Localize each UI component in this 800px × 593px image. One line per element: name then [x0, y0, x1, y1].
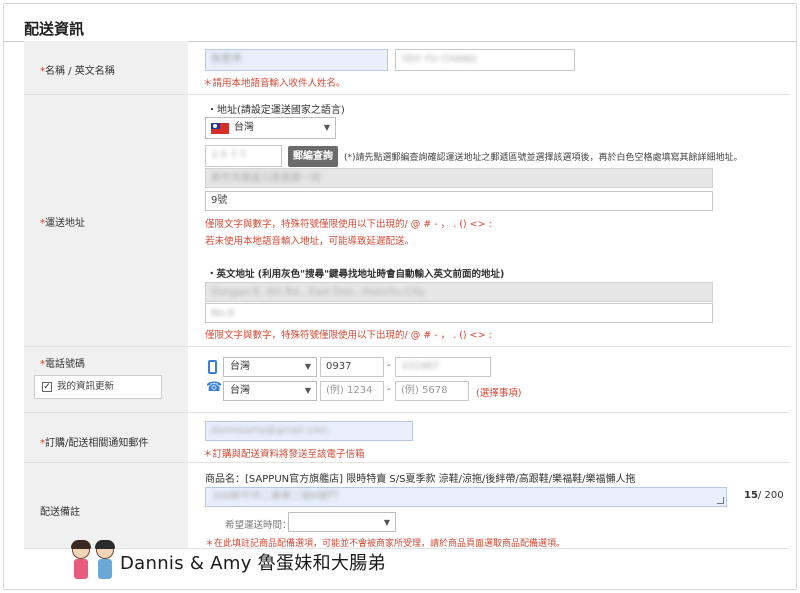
resize-handle-icon[interactable]	[717, 497, 724, 504]
remark-label-cell: 配送備註	[24, 463, 188, 548]
country-select[interactable]: 台灣 ▼	[205, 117, 336, 139]
zip-search-button[interactable]: 郵編查詢	[288, 146, 338, 167]
chevron-down-icon: ▼	[304, 386, 311, 395]
remark-textarea[interactable]: 300新竹市二東東二號8號門	[205, 487, 727, 507]
email-label-cell: *訂購/配送相關通知郵件	[24, 413, 188, 462]
boy-mascot-icon	[94, 540, 116, 581]
tel-area-input[interactable]: (例) 1234	[320, 381, 384, 401]
address-detail-input[interactable]: 9號	[205, 191, 713, 211]
update-info-checkbox[interactable]: ✓ 我的資訊更新	[34, 375, 162, 399]
email-input[interactable]: dannisamy@gmail.com	[205, 421, 413, 441]
english-address-heading: ・英文地址 (利用灰色"搜尋"鍵尋找地址時會自動輸入英文前面的地址)	[207, 269, 505, 280]
name-label-cell: *名稱 / 英文名稱	[24, 41, 188, 94]
phone-row: *電話號碼 ✓ 我的資訊更新 台灣 ▼ 0937 - 331987 ☎ 台灣 ▼…	[24, 347, 790, 413]
product-label: 商品名：	[205, 474, 245, 485]
english-auto-address-field: Dongan E. 4th Rd., East Dist., Hsinchu C…	[205, 282, 713, 302]
mobile-prefix-input[interactable]: 0937	[320, 357, 384, 377]
delivery-time-select[interactable]: ▼	[288, 512, 396, 532]
tel-country-select[interactable]: 台灣 ▼	[223, 381, 317, 401]
chevron-down-icon: ▼	[304, 362, 311, 371]
checkmark-icon: ✓	[42, 382, 52, 392]
zip-hint: (*)請先點選郵編查詢確認運送地址之郵遞區號並選擇該選項後，再於白色空格處填寫其…	[344, 153, 743, 163]
brand-watermark: Dannis & Amy 魯蛋妹和大腸弟	[120, 553, 386, 574]
remark-label: 配送備註	[40, 507, 80, 518]
phone-dash: -	[387, 360, 391, 371]
girl-mascot-icon	[70, 540, 92, 581]
tel-dash: -	[387, 384, 391, 395]
product-name: [SAPPUN官方旗艦店] 限時特賣 S/S夏季款 涼鞋/涼拖/後絆帶/高跟鞋/…	[245, 474, 636, 485]
address-row: *運送地址 ・地址(請設定運送國家之語言) 台灣 ▼ 3 0 7 7 郵編查詢 …	[24, 95, 790, 347]
mobile-country-select[interactable]: 台灣 ▼	[223, 357, 317, 377]
name-label: 名稱 / 英文名稱	[45, 66, 115, 77]
auto-address-field: 新竹市東區三民路第一段	[205, 168, 713, 188]
name-input[interactable]: 陳曹博	[205, 49, 388, 71]
email-row: *訂購/配送相關通知郵件 dannisamy@gmail.com ＊訂購與配送資…	[24, 413, 790, 463]
address-local-note: 若未使用本地語音輸入地址，可能導致延遲配送。	[205, 236, 415, 247]
name-row: *名稱 / 英文名稱 陳曹博 YEH YU CHANG ＊請用本地語音輸入收件人…	[24, 41, 790, 95]
tel-number-input[interactable]: (例) 5678	[395, 381, 469, 401]
char-counter: 15/ 200	[744, 490, 784, 501]
shipping-info-panel: 配送資訊 *名稱 / 英文名稱 陳曹博 YEH YU CHANG ＊請用本地語音…	[3, 3, 797, 590]
english-name-input[interactable]: YEH YU CHANG	[395, 49, 575, 71]
address-label: 運送地址	[45, 218, 85, 229]
english-chars-note: 僅限文字與數字，特殊符號僅限使用以下出現的/ @ # - ， . () <> :	[205, 330, 492, 341]
zip-input[interactable]: 3 0 7 7	[205, 145, 282, 167]
telephone-icon: ☎	[206, 380, 223, 395]
phone-label: 電話號碼	[45, 359, 85, 370]
chevron-down-icon: ▼	[383, 518, 390, 527]
delivery-time-label: 希望運送時間：	[225, 520, 292, 531]
address-label-cell: *運送地址	[24, 95, 188, 346]
english-address-detail-input[interactable]: No.9	[205, 303, 713, 323]
mobile-phone-icon	[208, 360, 217, 374]
section-title: 配送資訊	[24, 20, 85, 38]
watermark-footer: Dannis & Amy 魯蛋妹和大腸弟	[44, 537, 464, 587]
phone-label-cell: *電話號碼 ✓ 我的資訊更新	[24, 347, 188, 412]
chevron-down-icon: ▼	[323, 123, 330, 132]
email-label: 訂購/配送相關通知郵件	[45, 438, 149, 449]
taiwan-flag-icon	[211, 123, 229, 134]
email-note: ＊訂購與配送資料將發送至該電子信箱	[203, 449, 365, 460]
mobile-number-input[interactable]: 331987	[395, 357, 491, 377]
name-note: ＊請用本地語音輸入收件人姓名。	[203, 78, 346, 89]
tel-optional-note: (選擇事項)	[476, 388, 522, 399]
product-line: 商品名：[SAPPUN官方旗艦店] 限時特賣 S/S夏季款 涼鞋/涼拖/後絆帶/…	[205, 470, 635, 485]
local-address-heading: ・地址(請設定運送國家之語言)	[207, 105, 345, 116]
address-chars-note: 僅限文字與數字，特殊符號僅限使用以下出現的/ @ # - ， . () <> :	[205, 219, 492, 230]
